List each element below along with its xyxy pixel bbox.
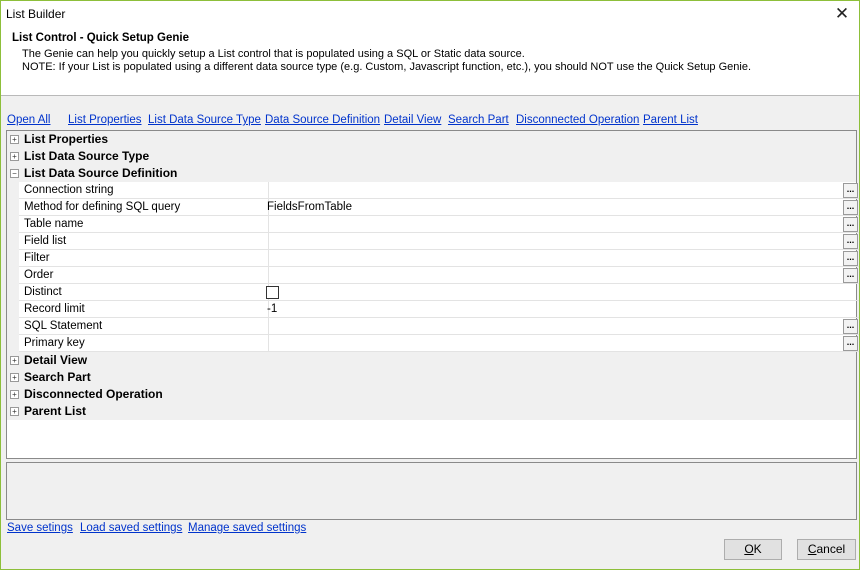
list-builder-window: List Builder ✕ List Control - Quick Setu… (0, 0, 860, 570)
nav-list-data-source-type-link[interactable]: List Data Source Type (148, 114, 261, 126)
expand-icon[interactable]: + (10, 135, 19, 144)
category-label: List Data Source Definition (24, 166, 178, 180)
property-value (264, 284, 859, 301)
genie-header: List Control - Quick Setup Genie The Gen… (1, 27, 859, 96)
ellipsis-button[interactable]: ... (843, 251, 858, 266)
expand-icon[interactable]: + (10, 356, 19, 365)
category-label: Search Part (24, 370, 91, 384)
collapse-icon[interactable]: − (10, 169, 19, 178)
method-value: FieldsFromTable (267, 201, 352, 213)
property-method-for-defining-sql-query[interactable]: Method for defining SQL query FieldsFrom… (7, 199, 859, 216)
category-detail-view[interactable]: + Detail View (7, 352, 856, 369)
property-record-limit[interactable]: Record limit -1 (7, 301, 859, 318)
nav-data-source-definition-link[interactable]: Data Source Definition (265, 114, 380, 126)
property-value[interactable]: ... (264, 182, 859, 199)
expand-icon[interactable]: + (10, 152, 19, 161)
load-saved-settings-link[interactable]: Load saved settings (80, 522, 182, 534)
nav-search-part-link[interactable]: Search Part (448, 114, 509, 126)
expand-icon[interactable]: + (10, 373, 19, 382)
header-description: The Genie can help you quickly setup a L… (22, 48, 525, 60)
header-note: NOTE: If your List is populated using a … (22, 61, 752, 73)
header-title: List Control - Quick Setup Genie (12, 32, 189, 44)
title-bar: List Builder ✕ (1, 1, 859, 27)
property-value[interactable]: ... (264, 267, 859, 284)
property-order[interactable]: Order ... (7, 267, 859, 284)
ok-button[interactable]: OK (724, 539, 782, 560)
category-label: Disconnected Operation (24, 387, 163, 401)
property-name: SQL Statement (19, 318, 269, 335)
category-parent-list[interactable]: + Parent List (7, 403, 856, 420)
property-field-list[interactable]: Field list ... (7, 233, 859, 250)
record-limit-value[interactable]: -1 (264, 301, 859, 318)
category-list-properties[interactable]: + List Properties (7, 131, 856, 148)
nav-detail-view-link[interactable]: Detail View (384, 114, 441, 126)
property-name: Table name (19, 216, 269, 233)
window-title: List Builder (6, 7, 66, 21)
property-name: Distinct (19, 284, 269, 301)
nav-parent-list-link[interactable]: Parent List (643, 114, 698, 126)
save-settings-link[interactable]: Save setings (7, 522, 73, 534)
property-name: Field list (19, 233, 269, 250)
property-name: Record limit (19, 301, 269, 318)
category-search-part[interactable]: + Search Part (7, 369, 856, 386)
property-name: Order (19, 267, 269, 284)
description-panel (6, 462, 857, 520)
property-value[interactable]: FieldsFromTable ... (264, 199, 859, 216)
property-connection-string[interactable]: Connection string ... (7, 182, 859, 199)
ellipsis-button[interactable]: ... (843, 336, 858, 351)
property-name: Primary key (19, 335, 269, 352)
property-value[interactable]: ... (264, 318, 859, 335)
category-list-data-source-type[interactable]: + List Data Source Type (7, 148, 856, 165)
open-all-link[interactable]: Open All (7, 114, 50, 126)
property-sql-statement[interactable]: SQL Statement ... (7, 318, 859, 335)
property-grid: + List Properties + List Data Source Typ… (6, 130, 859, 459)
expand-icon[interactable]: + (10, 407, 19, 416)
ellipsis-button[interactable]: ... (843, 200, 858, 215)
property-value[interactable]: ... (264, 335, 859, 352)
category-label: Detail View (24, 353, 88, 367)
ellipsis-button[interactable]: ... (843, 319, 858, 334)
ellipsis-button[interactable]: ... (843, 268, 858, 283)
manage-saved-settings-link[interactable]: Manage saved settings (188, 522, 306, 534)
category-disconnected-operation[interactable]: + Disconnected Operation (7, 386, 856, 403)
category-list-data-source-definition[interactable]: − List Data Source Definition (7, 165, 856, 182)
property-name: Connection string (19, 182, 269, 199)
property-table-name[interactable]: Table name ... (7, 216, 859, 233)
property-distinct[interactable]: Distinct (7, 284, 859, 301)
ellipsis-button[interactable]: ... (843, 217, 858, 232)
property-primary-key[interactable]: Primary key ... (7, 335, 859, 352)
nav-disconnected-operation-link[interactable]: Disconnected Operation (516, 114, 639, 126)
property-value[interactable]: ... (264, 216, 859, 233)
ellipsis-button[interactable]: ... (843, 183, 858, 198)
property-value[interactable]: ... (264, 233, 859, 250)
distinct-checkbox[interactable] (266, 286, 279, 299)
property-filter[interactable]: Filter ... (7, 250, 859, 267)
category-label: List Properties (24, 132, 109, 146)
property-value[interactable]: ... (264, 250, 859, 267)
close-icon[interactable]: ✕ (825, 1, 859, 27)
cancel-button[interactable]: Cancel (797, 539, 856, 560)
nav-list-properties-link[interactable]: List Properties (68, 114, 142, 126)
category-label: List Data Source Type (24, 149, 150, 163)
property-name: Method for defining SQL query (19, 199, 269, 216)
expand-icon[interactable]: + (10, 390, 19, 399)
property-name: Filter (19, 250, 269, 267)
ellipsis-button[interactable]: ... (843, 234, 858, 249)
category-label: Parent List (24, 404, 87, 418)
